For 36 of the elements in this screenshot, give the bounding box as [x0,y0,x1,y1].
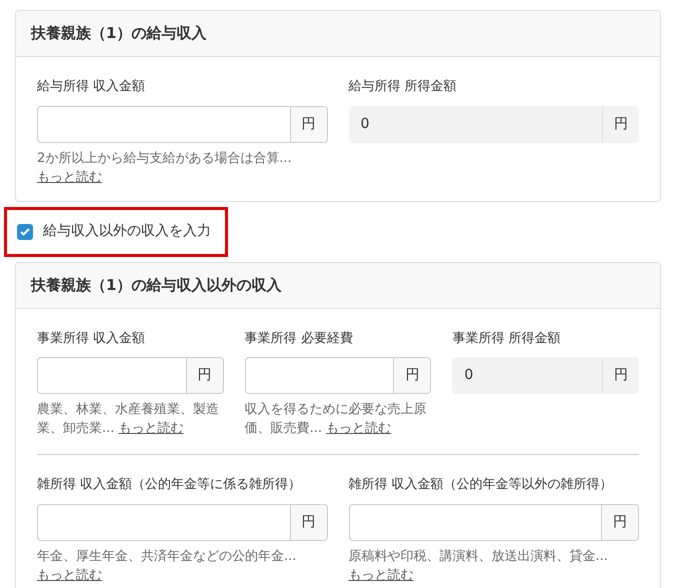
field-label: 事業所得 収入金額 [37,330,146,348]
field-label: 給与所得 所得金額 [348,78,458,96]
unit-label: 円 [290,106,326,142]
read-more-link[interactable]: もっと読む [118,421,184,436]
check-icon [20,228,30,236]
field-label: 雑所得 収入金額（公的年金等以外の雑所得） [348,476,614,494]
card-title: 扶養親族（1）の給与収入以外の収入 [31,274,282,296]
read-more-link[interactable]: もっと読む [326,421,392,436]
input-field[interactable]: 円 [244,357,432,394]
checkbox[interactable] [17,224,33,240]
hint-text: 原稿料や印税、講演料、放送出演料、貸金... もっと読む [348,548,609,584]
field-value: 0 [463,366,474,385]
field-label: 事業所得 所得金額 [452,330,562,348]
unit-label: 円 [290,504,326,540]
field-label: 給与所得 収入金額 [37,78,146,96]
card-title: 扶養親族（1）の給与収入 [31,23,206,44]
checkbox-label: 給与収入以外の収入を入力 [43,222,211,241]
input-field[interactable]: 円 [37,106,328,142]
field-label: 雑所得 収入金額（公的年金等に係る雑所得） [37,476,302,494]
read-more-link[interactable]: もっと読む [348,568,414,582]
hint-text: 農業、林業、水産養殖業、製造業、卸売業... もっと読む [37,401,220,438]
unit-label: 円 [602,106,639,142]
unit-label: 円 [602,357,639,394]
hint-text: 2か所以上から給与支給がある場合は合算... もっと読む [37,150,293,186]
read-more-link[interactable]: もっと読む [37,568,102,582]
field-label: 事業所得 必要経費 [244,330,354,348]
hint-text: 収入を得るために必要な売上原価、販売費... もっと読む [244,401,428,438]
input-field[interactable]: 円 [37,357,224,394]
read-more-link[interactable]: もっと読む [37,170,102,184]
field-value: 0 [360,114,370,134]
unit-label: 円 [601,504,638,540]
input-field[interactable]: 円 [37,504,328,540]
unit-label: 円 [186,358,223,393]
hint-text: 年金、厚生年金、共済年金などの公的年金... もっと読む [37,548,298,584]
unit-label: 円 [393,358,430,393]
input-field[interactable]: 円 [348,504,639,540]
